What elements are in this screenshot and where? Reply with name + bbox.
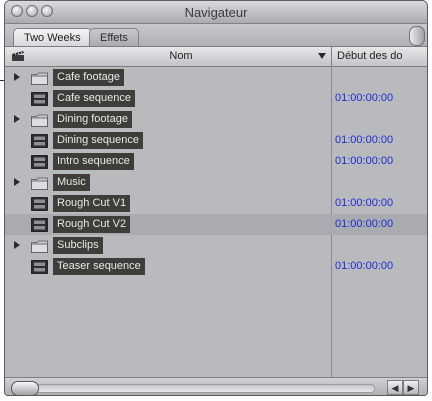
disclosure-triangle-icon[interactable] (14, 178, 20, 186)
window-title: Navigateur (184, 5, 248, 20)
sequence-icon (31, 134, 48, 148)
navigator-window: Navigateur Two Weeks Effets Nom Début de… (4, 0, 428, 396)
sequence-icon (31, 92, 48, 106)
item-name: Dining footage (53, 111, 132, 128)
sequence-icon (31, 260, 48, 274)
item-start: 01:00:00:00 (335, 260, 394, 272)
scroll-left-arrow-icon[interactable]: ◀ (387, 380, 403, 395)
disclosure-triangle-icon[interactable] (14, 241, 20, 249)
clapperboard-icon[interactable] (11, 50, 25, 62)
browser-list: Cafe footage Cafe sequence 01:00:00:00 D… (5, 67, 427, 377)
item-name: Rough Cut V2 (53, 216, 131, 233)
folder-icon (31, 114, 48, 127)
list-item[interactable]: Rough Cut V1 01:00:00:00 (5, 193, 427, 214)
scroll-track[interactable] (35, 384, 375, 393)
scroll-right-arrow-icon[interactable]: ▶ (403, 380, 419, 395)
folder-icon (31, 177, 48, 190)
toolbar-toggle-button[interactable] (409, 26, 425, 46)
item-name: Teaser sequence (53, 258, 145, 275)
item-name: Rough Cut V1 (53, 195, 131, 212)
sort-arrow-icon[interactable] (318, 53, 326, 59)
item-name: Music (53, 174, 90, 191)
item-name: Cafe footage (53, 69, 124, 86)
folder-icon (31, 240, 48, 253)
item-start: 01:00:00:00 (335, 92, 394, 104)
item-start: 01:00:00:00 (335, 197, 394, 209)
list-item[interactable]: Cafe sequence 01:00:00:00 (5, 88, 427, 109)
title-bar[interactable]: Navigateur (5, 1, 427, 24)
column-header: Nom Début des do (5, 47, 427, 67)
column-start-header[interactable]: Début des do (337, 50, 402, 62)
column-name-header[interactable]: Nom (31, 50, 331, 62)
sequence-icon (31, 218, 48, 232)
item-start: 01:00:00:00 (335, 134, 394, 146)
sequence-icon (31, 155, 48, 169)
item-name: Intro sequence (53, 153, 134, 170)
folder-icon (31, 72, 48, 85)
list-item[interactable]: Intro sequence 01:00:00:00 (5, 151, 427, 172)
list-item[interactable]: Music (5, 172, 427, 193)
item-name: Cafe sequence (53, 90, 135, 107)
tab-effets[interactable]: Effets (89, 28, 139, 46)
list-item[interactable]: Dining sequence 01:00:00:00 (5, 130, 427, 151)
sequence-icon (31, 197, 48, 211)
scroll-thumb[interactable] (11, 381, 39, 395)
list-item[interactable]: Rough Cut V2 01:00:00:00 (5, 214, 427, 235)
disclosure-triangle-icon[interactable] (14, 115, 20, 123)
item-name: Subclips (53, 237, 103, 254)
item-start: 01:00:00:00 (335, 218, 394, 230)
item-start: 01:00:00:00 (335, 155, 394, 167)
horizontal-scrollbar[interactable]: ◀ ▶ (5, 377, 427, 395)
column-separator[interactable] (331, 47, 332, 66)
list-item[interactable]: Teaser sequence 01:00:00:00 (5, 256, 427, 277)
list-item[interactable]: Dining footage (5, 109, 427, 130)
disclosure-triangle-icon[interactable] (14, 73, 20, 81)
list-item[interactable]: Subclips (5, 235, 427, 256)
item-name: Dining sequence (53, 132, 143, 149)
tab-two-weeks[interactable]: Two Weeks (13, 28, 92, 46)
tab-strip: Two Weeks Effets (5, 24, 427, 47)
list-item[interactable]: Cafe footage (5, 67, 427, 88)
